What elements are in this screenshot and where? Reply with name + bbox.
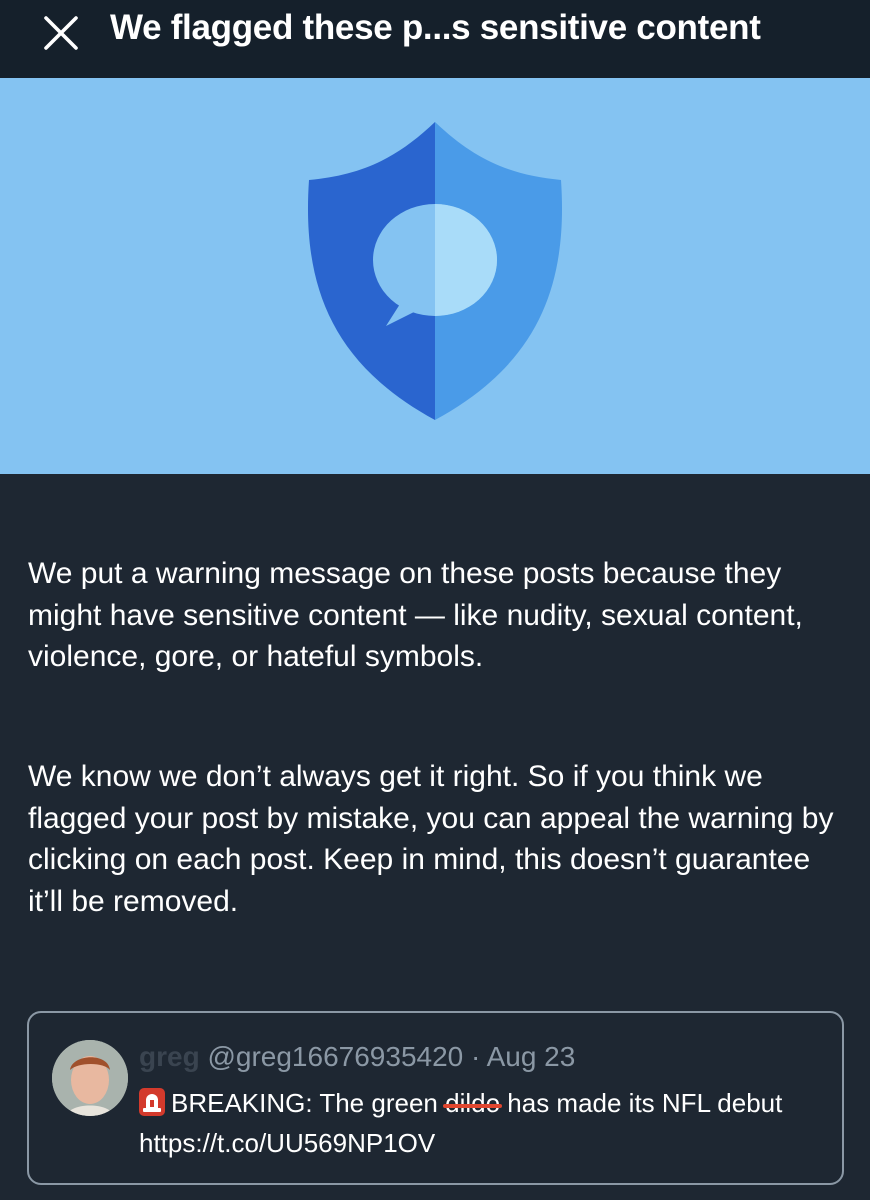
appeal-paragraph: We know we don’t always get it right. So… (28, 760, 834, 918)
avatar[interactable] (52, 1040, 128, 1116)
siren-icon (139, 1087, 165, 1116)
post-text-start: BREAKING: The green (171, 1088, 438, 1118)
close-icon[interactable] (40, 12, 82, 54)
shield-chat-icon (307, 122, 563, 420)
post-author-name[interactable]: greg (139, 1041, 200, 1072)
meta-separator: · (471, 1041, 481, 1072)
explanation-paragraph: We put a warning message on these posts … (28, 557, 803, 673)
flagged-post-card[interactable]: greg @greg16676935420 · Aug 23 BREAKING:… (27, 1011, 844, 1185)
post-meta: greg @greg16676935420 · Aug 23 (139, 1041, 575, 1073)
post-handle[interactable]: @greg16676935420 (207, 1041, 463, 1072)
top-bar: We flagged these p...s sensitive content (0, 0, 870, 78)
post-date[interactable]: Aug 23 (487, 1041, 576, 1072)
post-text: BREAKING: The green dildo has made its N… (139, 1083, 829, 1163)
page-title: We flagged these p...s sensitive content (110, 8, 761, 47)
hero-banner (0, 78, 870, 474)
struck-word: dildo (445, 1088, 501, 1118)
